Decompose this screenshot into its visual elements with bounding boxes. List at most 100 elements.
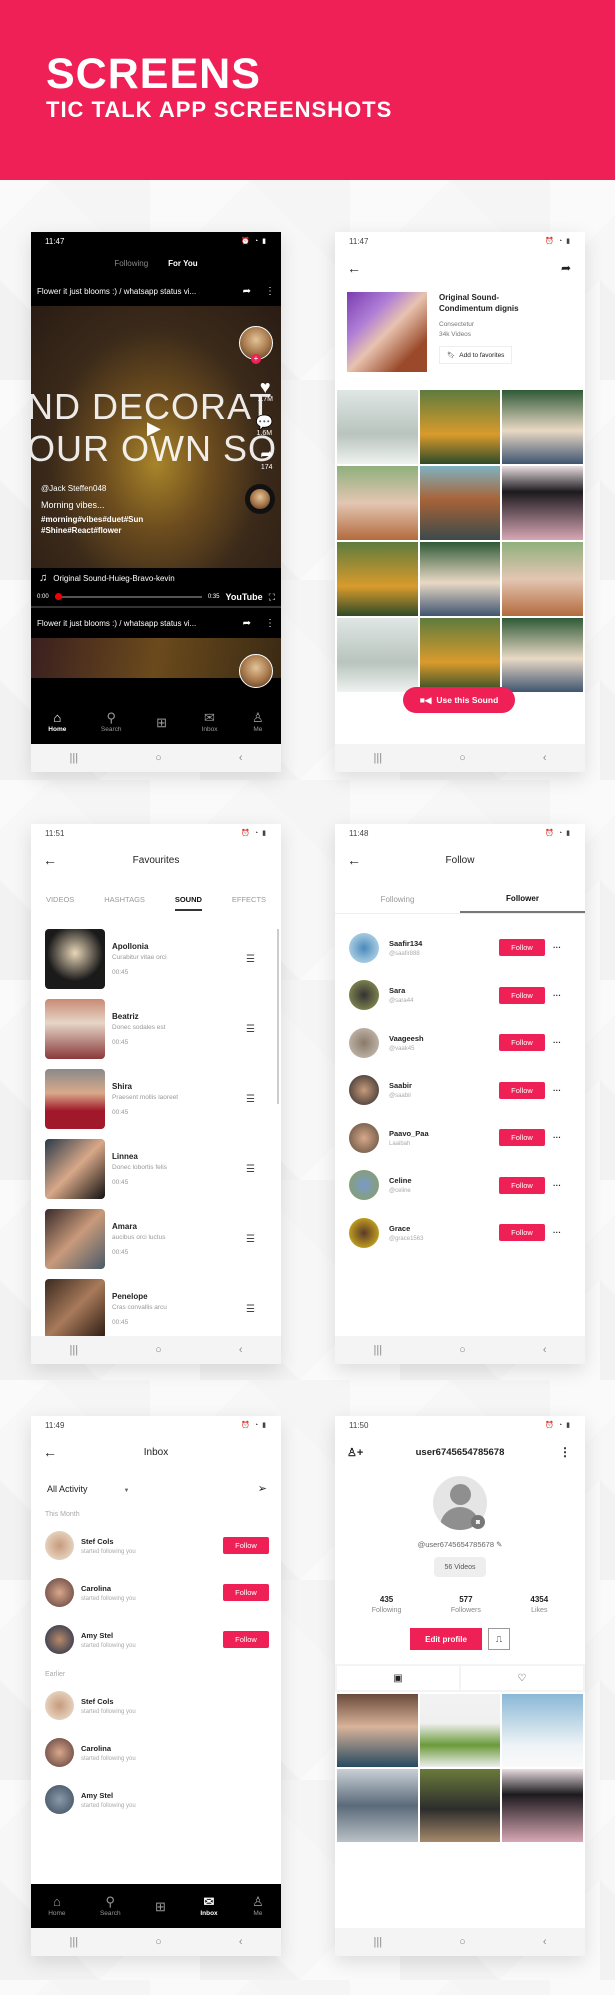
list-item[interactable]: Shira Praesent mollis laoreet 00:45 ☰ — [45, 1064, 271, 1134]
nav-inbox[interactable]: ✉ Inbox — [200, 1895, 217, 1917]
sort-icon[interactable]: ☰ — [246, 954, 255, 965]
follow-plus-icon[interactable]: + — [251, 354, 261, 364]
comment-button[interactable]: 💬 1.6M — [256, 414, 273, 437]
back-arrow-icon[interactable]: ← — [347, 260, 361, 276]
video-thumbnail[interactable] — [337, 618, 418, 692]
home-button-icon[interactable]: ○ — [459, 752, 466, 764]
tab-hashtags[interactable]: HASHTAGS — [104, 895, 145, 904]
share-button[interactable]: ➦ 174 — [260, 446, 273, 471]
list-item[interactable]: Amara aucibus orci luctus 00:45 ☰ — [45, 1204, 271, 1274]
sort-icon[interactable]: ☰ — [246, 1234, 255, 1245]
follow-button[interactable]: Follow — [223, 1584, 269, 1601]
video-thumbnail[interactable] — [502, 1694, 583, 1767]
share-icon[interactable]: ➦ — [243, 286, 251, 297]
sound-disc[interactable] — [245, 484, 275, 514]
list-item[interactable]: Grace @grace1563 Follow ··· — [349, 1209, 573, 1257]
video-thumbnail[interactable] — [502, 390, 583, 464]
back-nav-icon[interactable]: ‹ — [543, 1344, 547, 1356]
follow-button[interactable]: Follow — [223, 1537, 269, 1554]
edit-icon[interactable]: ✎ — [496, 1540, 502, 1549]
home-button-icon[interactable]: ○ — [155, 752, 162, 764]
list-item[interactable]: Carolina started following you Follow — [31, 1569, 281, 1616]
more-vertical-icon[interactable]: ⋮ — [265, 618, 275, 629]
video-thumbnail[interactable] — [419, 542, 501, 616]
fullscreen-icon[interactable]: ⛶ — [269, 592, 275, 603]
follow-button[interactable]: Follow — [499, 1224, 545, 1242]
back-arrow-icon[interactable]: ← — [347, 852, 361, 868]
play-icon[interactable]: ▶ — [147, 418, 161, 439]
seek-bar[interactable] — [54, 593, 202, 600]
nav-home[interactable]: ⌂ Home — [48, 1895, 65, 1917]
nav-search[interactable]: ⚲ Search — [100, 1895, 121, 1917]
list-item[interactable]: Vaageesh @vaak45 Follow ··· — [349, 1019, 573, 1067]
back-nav-icon[interactable]: ‹ — [543, 1936, 547, 1948]
list-item[interactable]: Sara @sara44 Follow ··· — [349, 972, 573, 1020]
share-icon[interactable]: ➦ — [243, 618, 251, 629]
list-item[interactable]: Beatriz Donec sodales est 00:45 ☰ — [45, 994, 271, 1064]
video-thumbnail[interactable] — [502, 542, 583, 616]
like-button[interactable]: ♥ 1.7M — [257, 378, 273, 403]
video-thumbnail[interactable] — [419, 618, 501, 692]
video-thumbnail[interactable] — [419, 1769, 501, 1842]
sort-icon[interactable]: ☰ — [246, 1164, 255, 1175]
sound-bar[interactable]: ♫ Original Sound-Huieg-Bravo-kevin — [31, 568, 281, 588]
camera-icon[interactable]: ◙ — [471, 1515, 485, 1529]
video-hashtags[interactable]: #Shine#React#flower — [41, 525, 121, 536]
tab-for-you[interactable]: For You — [168, 259, 197, 268]
more-icon[interactable]: ··· — [553, 1228, 561, 1237]
list-item[interactable]: Amy Stel started following you Follow — [31, 1616, 281, 1663]
follow-button[interactable]: Follow — [499, 986, 545, 1004]
nav-search[interactable]: ⚲ Search — [101, 711, 122, 733]
list-item[interactable]: Paavo_Paa Laaibah Follow ··· — [349, 1114, 573, 1162]
stat-following[interactable]: 435 Following — [372, 1595, 402, 1614]
home-button-icon[interactable]: ○ — [155, 1936, 162, 1948]
activity-filter-dropdown[interactable]: All Activity ▼ — [47, 1484, 129, 1494]
stat-followers[interactable]: 577 Followers — [451, 1595, 481, 1614]
more-vertical-icon[interactable]: ⋮ — [265, 286, 275, 297]
follow-button[interactable]: Follow — [499, 1176, 545, 1194]
video-username[interactable]: @Jack Steffen048 — [41, 484, 106, 493]
next-video-preview[interactable] — [31, 638, 281, 688]
list-item[interactable]: Amy Stel started following you — [31, 1776, 281, 1823]
nav-inbox[interactable]: ✉ Inbox — [202, 711, 218, 733]
bookmark-button[interactable]: ⎍ — [488, 1628, 510, 1650]
tab-following[interactable]: Following — [114, 259, 148, 268]
sort-icon[interactable]: ☰ — [246, 1094, 255, 1105]
nav-me[interactable]: ♙ Me — [252, 1895, 264, 1917]
list-item[interactable]: Stef Cols started following you Follow — [31, 1522, 281, 1569]
seek-handle[interactable] — [54, 593, 62, 600]
use-this-sound-button[interactable]: ■◀ Use this Sound — [403, 687, 515, 713]
sort-icon[interactable]: ☰ — [246, 1024, 255, 1035]
recents-icon[interactable]: ||| — [70, 1936, 79, 1948]
list-item[interactable]: Carolina started following you — [31, 1729, 281, 1776]
more-vertical-icon[interactable]: ⋮ — [559, 1445, 571, 1459]
nav-home[interactable]: ⌂ Home — [48, 711, 66, 733]
follow-button[interactable]: Follow — [499, 1034, 545, 1052]
creator-avatar[interactable]: + — [239, 326, 273, 364]
back-nav-icon[interactable]: ‹ — [239, 1936, 243, 1948]
home-button-icon[interactable]: ○ — [459, 1344, 466, 1356]
video-thumbnail[interactable] — [502, 618, 583, 692]
tab-my-videos[interactable]: ▣ — [337, 1666, 459, 1690]
back-nav-icon[interactable]: ‹ — [543, 752, 547, 764]
list-item[interactable]: Celine @celine Follow ··· — [349, 1162, 573, 1210]
video-thumbnail[interactable] — [502, 466, 583, 540]
tab-videos[interactable]: VIDEOS — [46, 895, 74, 904]
youtube-logo[interactable]: YouTube — [226, 592, 263, 602]
edit-profile-button[interactable]: Edit profile — [410, 1628, 482, 1650]
share-icon[interactable]: ➦ — [561, 261, 571, 275]
video-thumbnail[interactable] — [419, 390, 501, 464]
back-nav-icon[interactable]: ‹ — [239, 1344, 243, 1356]
list-item[interactable]: Linnea Donec lobortis felis 00:45 ☰ — [45, 1134, 271, 1204]
follow-button[interactable]: Follow — [499, 939, 545, 957]
video-thumbnail[interactable] — [337, 390, 418, 464]
follow-button[interactable]: Follow — [223, 1631, 269, 1648]
scrollbar[interactable] — [277, 929, 279, 1104]
add-user-icon[interactable]: ♙+ — [347, 1446, 363, 1459]
follow-button[interactable]: Follow — [499, 1129, 545, 1147]
tab-following[interactable]: Following — [335, 886, 460, 913]
nav-add[interactable]: ⊞ — [155, 1900, 166, 1913]
video-thumbnail[interactable] — [337, 1769, 418, 1842]
list-item[interactable]: Saabir @saabir Follow ··· — [349, 1067, 573, 1115]
tab-liked[interactable]: ♡ — [461, 1666, 583, 1690]
